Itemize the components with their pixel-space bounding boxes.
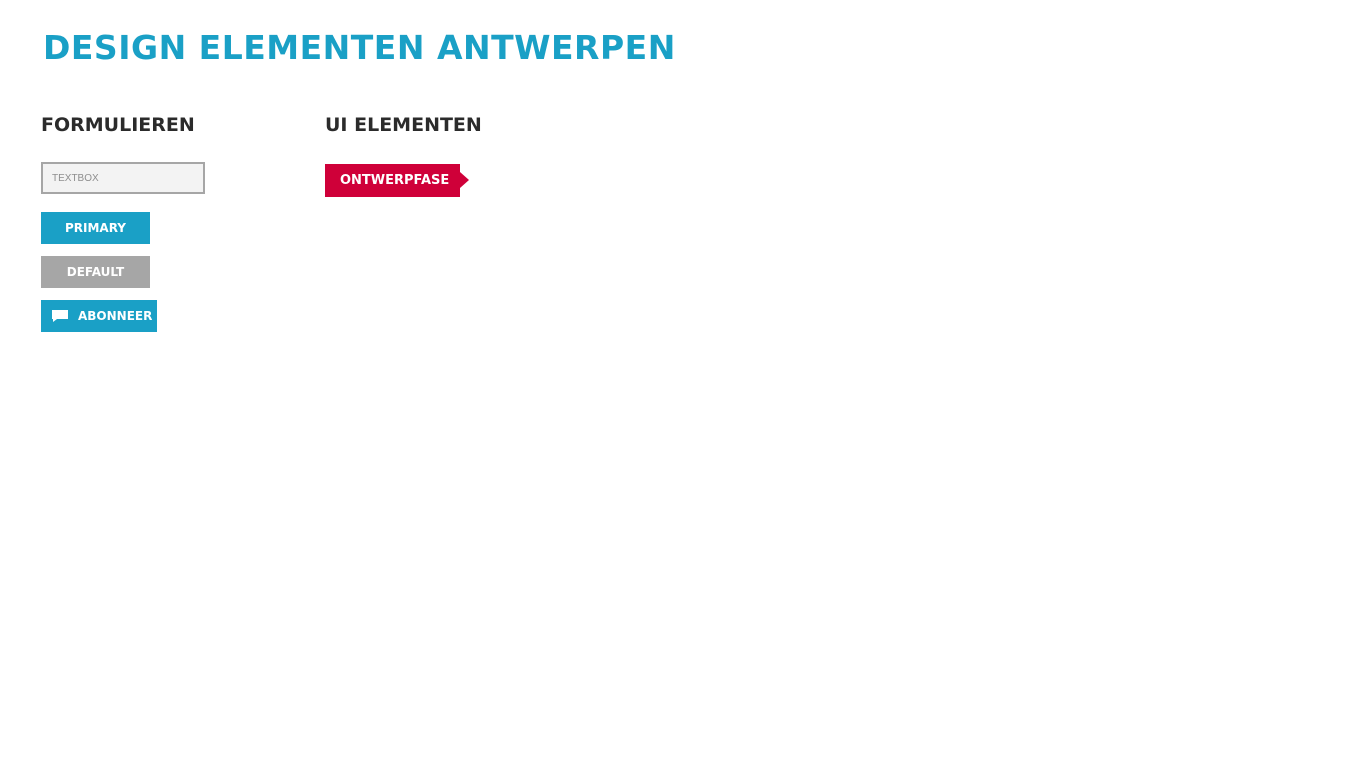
textbox-input[interactable] [41,162,205,194]
phase-tag: Ontwerpfase [325,164,469,197]
ui-elements-heading: UI elementen [325,114,482,136]
tag-arrow-icon [460,172,469,188]
subscribe-button[interactable]: Abonneer [41,300,157,332]
subscribe-button-label: Abonneer [78,309,153,323]
forms-heading: Formulieren [41,114,195,136]
primary-button[interactable]: Primary [41,212,150,244]
phase-tag-label: Ontwerpfase [340,173,450,188]
default-button[interactable]: Default [41,256,150,288]
page-title: Design elementen Antwerpen [43,28,676,67]
chat-bubble-icon [51,309,69,323]
